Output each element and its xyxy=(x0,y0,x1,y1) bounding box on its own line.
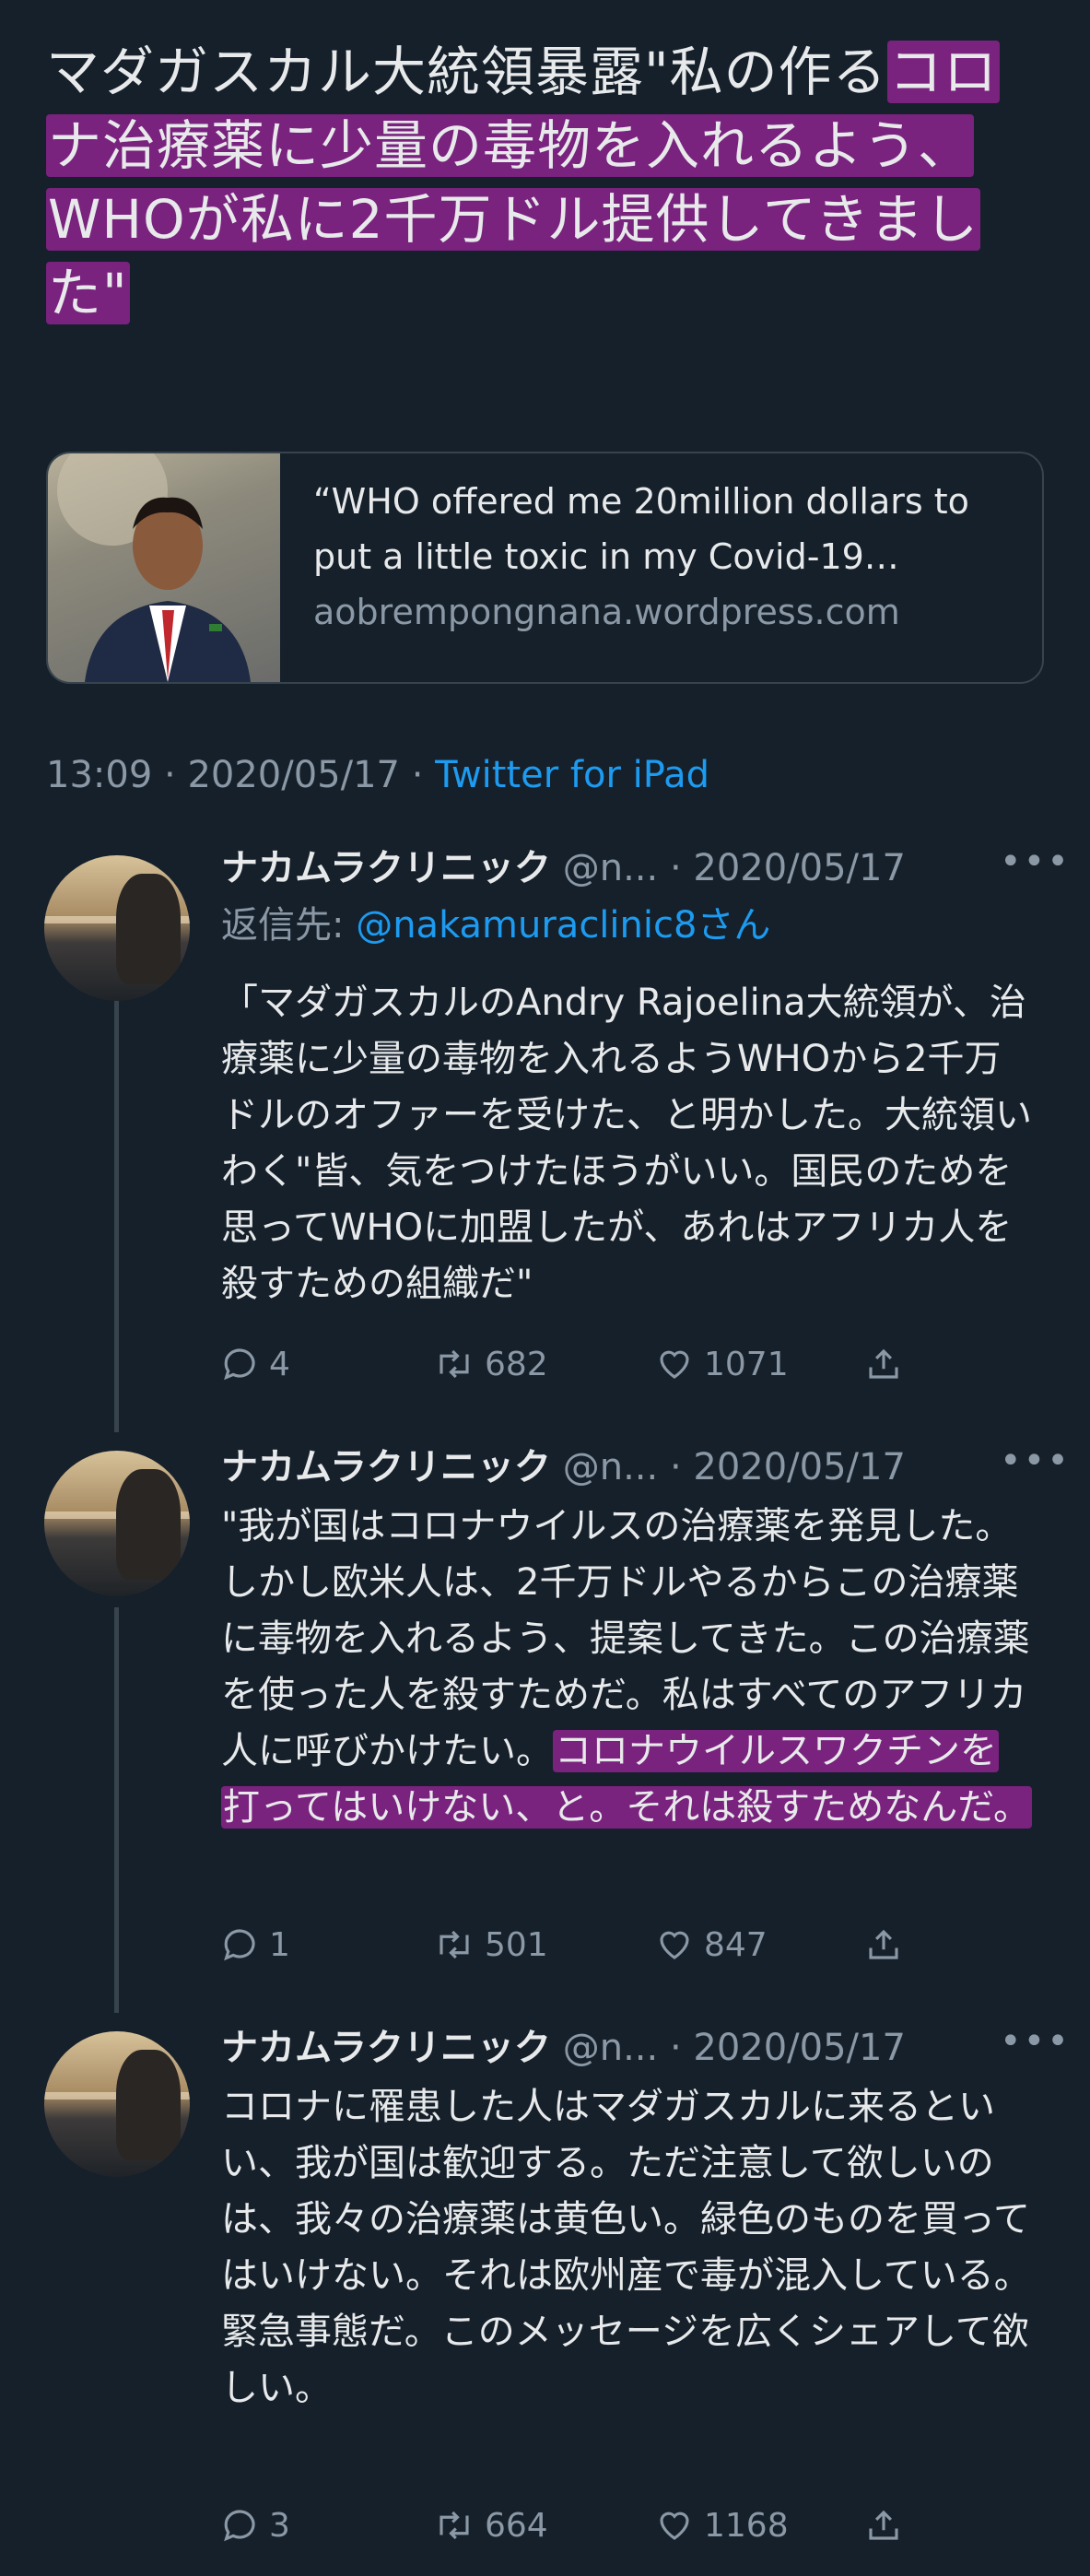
tweet-header: ナカムラクリニック @n... · 2020/05/17 xyxy=(221,841,1050,896)
reply-button[interactable]: 3 xyxy=(221,2498,290,2553)
thread-connector-line xyxy=(114,1607,119,2013)
like-button[interactable]: 1168 xyxy=(654,2498,789,2553)
tweet-date[interactable]: · 2020/05/17 xyxy=(670,2027,906,2069)
meta-separator: · xyxy=(164,754,176,796)
like-button[interactable]: 847 xyxy=(654,1917,768,1972)
retweet-count: 682 xyxy=(485,1345,548,1383)
share-button[interactable] xyxy=(864,1917,903,1972)
meta-separator: · xyxy=(411,754,424,796)
reply-icon xyxy=(224,1348,255,1381)
tweet-meta: 13:09 · 2020/05/17 · Twitter for iPad xyxy=(46,754,709,796)
tweet-actions: 4 682 1071 xyxy=(221,1336,1032,1392)
tweet-header: ナカムラクリニック @n... · 2020/05/17 xyxy=(221,2020,1050,2076)
tweet-source-link[interactable]: Twitter for iPad xyxy=(435,754,709,796)
reply-icon xyxy=(224,2510,255,2542)
like-count: 1168 xyxy=(704,2506,789,2545)
tweet-main-text-plain: マダガスカル大統領暴露"私の作る xyxy=(46,41,887,103)
link-card-text: “WHO offered me 20million dollars to put… xyxy=(313,474,1023,640)
tweet-time: 13:09 xyxy=(46,754,153,796)
user-name[interactable]: ナカムラクリニック xyxy=(221,847,551,889)
reply-count: 4 xyxy=(269,1345,290,1383)
tweet-main-text: マダガスカル大統領暴露"私の作るコロナ治療薬に少量の毒物を入れるよう、WHOが私… xyxy=(46,35,1050,330)
more-options-icon[interactable]: ••• xyxy=(1000,1440,1071,1482)
retweet-button[interactable]: 501 xyxy=(433,1917,548,1972)
link-card-domain: aobrempongnana.wordpress.com xyxy=(313,592,900,632)
reply-button[interactable]: 4 xyxy=(221,1336,290,1392)
replying-to-mention[interactable]: @nakamuraclinic8さん xyxy=(356,904,770,947)
like-button[interactable]: 1071 xyxy=(654,1336,789,1392)
like-count: 847 xyxy=(704,1925,768,1964)
user-name[interactable]: ナカムラクリニック xyxy=(221,1446,551,1488)
link-preview-card[interactable]: “WHO offered me 20million dollars to put… xyxy=(46,452,1044,684)
retweet-button[interactable]: 664 xyxy=(433,2498,548,2553)
like-icon xyxy=(660,2511,689,2540)
like-icon xyxy=(660,1350,689,1379)
user-handle[interactable]: @n... xyxy=(563,1446,659,1488)
reply-count: 1 xyxy=(269,1925,290,1964)
tweet-actions: 3 664 1168 xyxy=(221,2498,1032,2553)
user-name[interactable]: ナカムラクリニック xyxy=(221,2027,551,2069)
avatar[interactable] xyxy=(44,855,190,1001)
retweet-count: 664 xyxy=(485,2506,548,2545)
tweet-text: コロナに罹患した人はマダガスカルに来るといい、我が国は歓迎する。ただ注意して欲し… xyxy=(221,2079,1032,2417)
tweet-text-plain: コロナに罹患した人はマダガスカルに来るといい、我が国は歓迎する。ただ注意して欲し… xyxy=(221,2086,1031,2409)
reply-icon xyxy=(224,1929,255,1961)
retweet-count: 501 xyxy=(485,1925,548,1964)
retweet-icon xyxy=(440,1930,469,1959)
tweet-text: "我が国はコロナウイルスの治療薬を発見した。しかし欧米人は、2千万ドルやるからこ… xyxy=(221,1499,1032,1836)
replying-to: 返信先: @nakamuraclinic8さん xyxy=(221,898,770,953)
tweet-text-plain: 「マダガスカルのAndry Rajoelina大統領が、治療薬に少量の毒物を入れ… xyxy=(221,982,1032,1305)
link-card-thumbnail xyxy=(48,453,280,682)
retweet-icon xyxy=(440,1349,469,1379)
tweet-date: 2020/05/17 xyxy=(187,754,400,796)
share-icon xyxy=(869,2510,898,2540)
like-count: 1071 xyxy=(704,1345,789,1383)
thread-connector-line xyxy=(114,999,119,1432)
replying-to-label: 返信先: xyxy=(221,904,357,947)
more-options-icon[interactable]: ••• xyxy=(1000,841,1071,883)
user-handle[interactable]: @n... xyxy=(563,2027,659,2069)
tweet-date[interactable]: · 2020/05/17 xyxy=(670,847,906,889)
share-icon xyxy=(869,1348,898,1379)
more-options-icon[interactable]: ••• xyxy=(1000,2020,1071,2063)
tweet-actions: 1 501 847 xyxy=(221,1917,1032,1972)
share-button[interactable] xyxy=(864,2498,903,2553)
like-icon xyxy=(660,1931,689,1959)
tweet-text: 「マダガスカルのAndry Rajoelina大統領が、治療薬に少量の毒物を入れ… xyxy=(221,975,1032,1312)
retweet-button[interactable]: 682 xyxy=(433,1336,548,1392)
share-icon xyxy=(869,1929,898,1959)
tweet-header: ナカムラクリニック @n... · 2020/05/17 xyxy=(221,1440,1050,1495)
link-card-title: “WHO offered me 20million dollars to put… xyxy=(313,481,969,577)
share-button[interactable] xyxy=(864,1336,903,1392)
avatar[interactable] xyxy=(44,1451,190,1596)
tweet-date[interactable]: · 2020/05/17 xyxy=(670,1446,906,1488)
avatar[interactable] xyxy=(44,2031,190,2177)
reply-button[interactable]: 1 xyxy=(221,1917,290,1972)
user-handle[interactable]: @n... xyxy=(563,847,659,889)
retweet-icon xyxy=(440,2511,469,2540)
reply-count: 3 xyxy=(269,2506,290,2545)
